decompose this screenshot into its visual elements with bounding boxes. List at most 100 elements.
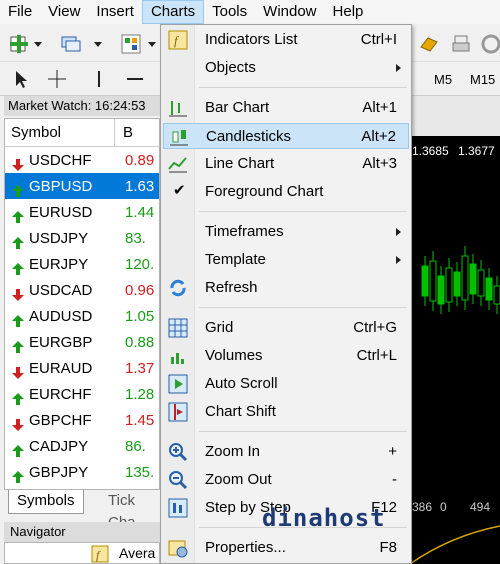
menu-item-label: Template [205, 251, 266, 268]
bid-cell: 1.28 [125, 385, 155, 403]
menu-item-properties[interactable]: Properties... F8 [163, 535, 409, 561]
new-chart-icon[interactable] [8, 33, 30, 55]
profiles-icon[interactable] [60, 33, 82, 55]
menu-item-chart-shift[interactable]: Chart Shift [163, 399, 409, 425]
arrow-up-icon [12, 210, 24, 223]
chevron-down-icon[interactable] [34, 42, 42, 47]
menu-charts[interactable]: Charts [141, 0, 205, 24]
menu-item-auto-scroll[interactable]: Auto Scroll [163, 371, 409, 397]
bid-cell: 83. [125, 229, 146, 247]
expert-icon[interactable] [418, 33, 440, 55]
printer-icon[interactable] [450, 33, 472, 55]
cursor-icon[interactable] [10, 68, 32, 90]
menu-item-foreground-chart[interactable]: ✔ Foreground Chart [163, 179, 409, 205]
submenu-arrow-icon [396, 256, 401, 264]
market-watch-icon[interactable] [120, 33, 142, 55]
menu-item-shortcut: - [392, 471, 397, 488]
navigator-title: Navigator [4, 522, 160, 542]
table-row[interactable]: USDCHF 0.89 [5, 147, 159, 173]
menu-item-grid[interactable]: Grid Ctrl+G [163, 315, 409, 341]
tab-tick-chart[interactable]: Tick Cha [100, 490, 160, 531]
timeframe-m5[interactable]: M5 [434, 72, 452, 87]
chevron-down-icon[interactable] [94, 42, 102, 47]
menu-file[interactable]: File [0, 0, 40, 24]
candle-body [437, 275, 445, 305]
menu-insert[interactable]: Insert [88, 0, 142, 24]
column-bid[interactable]: B [115, 124, 133, 141]
horizontal-line-icon[interactable] [124, 68, 146, 90]
menu-item-line-chart[interactable]: Line Chart Alt+3 [163, 151, 409, 177]
symbol-cell: USDJPY [5, 230, 115, 249]
zoom-icon[interactable] [480, 33, 500, 55]
bar-chart-icon [169, 101, 187, 117]
crosshair-icon[interactable] [46, 68, 68, 90]
menu-help[interactable]: Help [325, 0, 372, 24]
menu-window[interactable]: Window [255, 0, 324, 24]
menu-item-label: Properties... [205, 539, 286, 556]
symbol-cell: AUDUSD [5, 307, 115, 327]
price-label: 1.3677 [458, 144, 495, 158]
arrow-down-icon [12, 288, 24, 301]
menu-item-volumes[interactable]: Volumes Ctrl+L [163, 343, 409, 369]
arrow-up-icon [12, 444, 24, 457]
tab-symbols[interactable]: Symbols [8, 490, 84, 514]
timeframe-m15[interactable]: M15 [470, 72, 495, 87]
menu-item-objects[interactable]: Objects [163, 55, 409, 81]
menu-item-label: Timeframes [205, 223, 284, 240]
menu-item-bar-chart[interactable]: Bar Chart Alt+1 [163, 95, 409, 121]
table-row[interactable]: CADJPY 86. [5, 433, 159, 459]
symbol-cell: GBPUSD [5, 178, 115, 197]
vertical-line-icon[interactable] [88, 68, 110, 90]
symbol-cell: EURJPY [5, 256, 115, 275]
symbol-cell: EURGBP [5, 334, 115, 353]
table-row[interactable]: AUDUSD 1.05 [5, 303, 159, 329]
properties-icon [168, 540, 188, 558]
column-symbol[interactable]: Symbol [5, 119, 115, 146]
table-row[interactable]: GBPCHF 1.45 [5, 407, 159, 433]
table-row[interactable]: EURAUD 1.37 [5, 355, 159, 381]
symbol-cell: USDCAD [5, 281, 115, 301]
menu-item-zoom-out[interactable]: Zoom Out - [163, 467, 409, 493]
menu-item-shortcut: Ctrl+L [356, 347, 397, 364]
symbol-cell: EURAUD [5, 360, 115, 379]
bid-cell: 135. [125, 463, 155, 481]
market-watch-panel: Symbol B USDCHF 0.89 GBPUSD 1.63 EURUSD 1.44 U… [4, 118, 160, 490]
menu-view[interactable]: View [40, 0, 88, 24]
market-watch-title: Market Watch: 16:24:53 [4, 96, 160, 116]
menu-item-refresh[interactable]: Refresh [163, 275, 409, 301]
market-watch-tabs: Symbols Tick Cha [4, 490, 160, 531]
menu-tools[interactable]: Tools [204, 0, 255, 24]
bid-cell: 0.88 [125, 333, 155, 351]
menu-item-timeframes[interactable]: Timeframes [163, 219, 409, 245]
menu-item-template[interactable]: Template [163, 247, 409, 273]
menu-item-indicators-list[interactable]: f Indicators List Ctrl+I [163, 27, 409, 53]
table-row[interactable]: EURUSD 1.44 [5, 199, 159, 225]
table-row[interactable]: GBPUSD 1.63 [5, 173, 159, 199]
bid-cell: 1.63 [125, 177, 155, 195]
table-row[interactable]: EURGBP 0.88 [5, 329, 159, 355]
menu-item-label: Indicators List [205, 31, 298, 48]
table-row[interactable]: EURCHF 1.28 [5, 381, 159, 407]
candle-body [493, 285, 500, 305]
bottom-price-label: 494 [470, 500, 491, 514]
chevron-down-icon[interactable] [148, 42, 156, 47]
table-row[interactable]: GBPJPY 135. [5, 459, 159, 485]
auto-scroll-icon [168, 374, 188, 394]
menu-item-shortcut: Ctrl+G [353, 319, 397, 336]
menu-item-shortcut: Ctrl+I [360, 31, 397, 48]
candle-body [461, 255, 469, 301]
navigator-panel: f Avera [4, 542, 160, 564]
table-row[interactable]: USDJPY 83. [5, 225, 159, 251]
bid-cell: 120. [125, 255, 155, 273]
symbol-name: USDCAD [29, 281, 93, 299]
table-row[interactable]: USDCAD 0.96 [5, 277, 159, 303]
bid-cell: 0.96 [125, 281, 155, 299]
table-row[interactable]: EURJPY 120. [5, 251, 159, 277]
menu-item-zoom-in[interactable]: Zoom In + [163, 439, 409, 465]
menu-item-label: Zoom Out [205, 471, 272, 488]
navigator-item[interactable]: Avera [119, 545, 155, 561]
arrow-down-icon [12, 418, 24, 431]
menu-item-candlesticks[interactable]: Candlesticks Alt+2 [163, 123, 409, 149]
arrow-up-icon [12, 340, 24, 353]
symbol-name: AUDUSD [29, 307, 93, 325]
